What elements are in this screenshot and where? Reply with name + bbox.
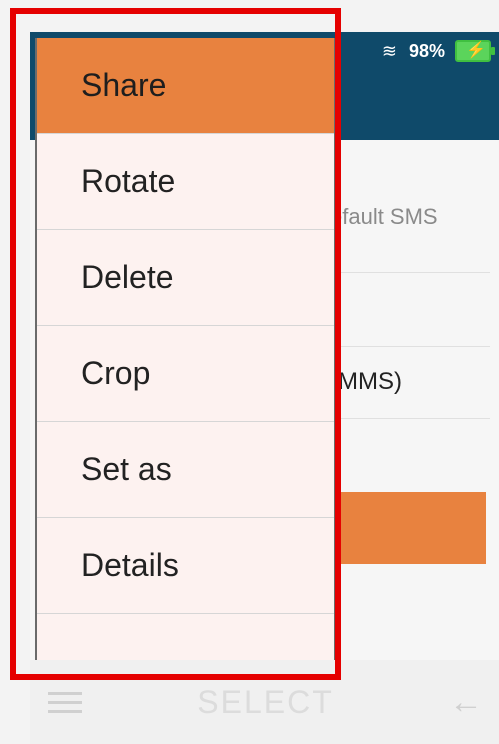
menu-item-set-as[interactable]: Set as — [37, 422, 334, 518]
status-bar: ≋ 98% ⚡ — [381, 40, 495, 62]
hamburger-icon[interactable] — [48, 686, 82, 719]
menu-item-more[interactable] — [37, 614, 334, 660]
mms-setting-label: (MMS) — [330, 368, 402, 395]
divider — [330, 272, 490, 273]
back-arrow-icon[interactable]: ← — [449, 683, 483, 722]
select-title: SELECT — [197, 683, 334, 720]
bottom-bar: SELECT ← — [30, 660, 499, 744]
action-button[interactable] — [330, 492, 486, 564]
menu-item-crop[interactable]: Crop — [37, 326, 334, 422]
menu-item-details[interactable]: Details — [37, 518, 334, 614]
menu-item-rotate[interactable]: Rotate — [37, 134, 334, 230]
battery-percent: 98% — [408, 40, 445, 61]
popup-menu: Share Rotate Delete Crop Set as Details — [35, 38, 336, 660]
menu-item-delete[interactable]: Delete — [37, 230, 334, 326]
menu-item-share[interactable]: Share — [37, 38, 334, 134]
signal-icon: ≋ — [381, 40, 397, 61]
divider — [330, 418, 490, 419]
battery-charging-icon: ⚡ — [455, 40, 495, 62]
sms-setting-label: efault SMS — [330, 204, 438, 229]
divider — [330, 346, 490, 347]
